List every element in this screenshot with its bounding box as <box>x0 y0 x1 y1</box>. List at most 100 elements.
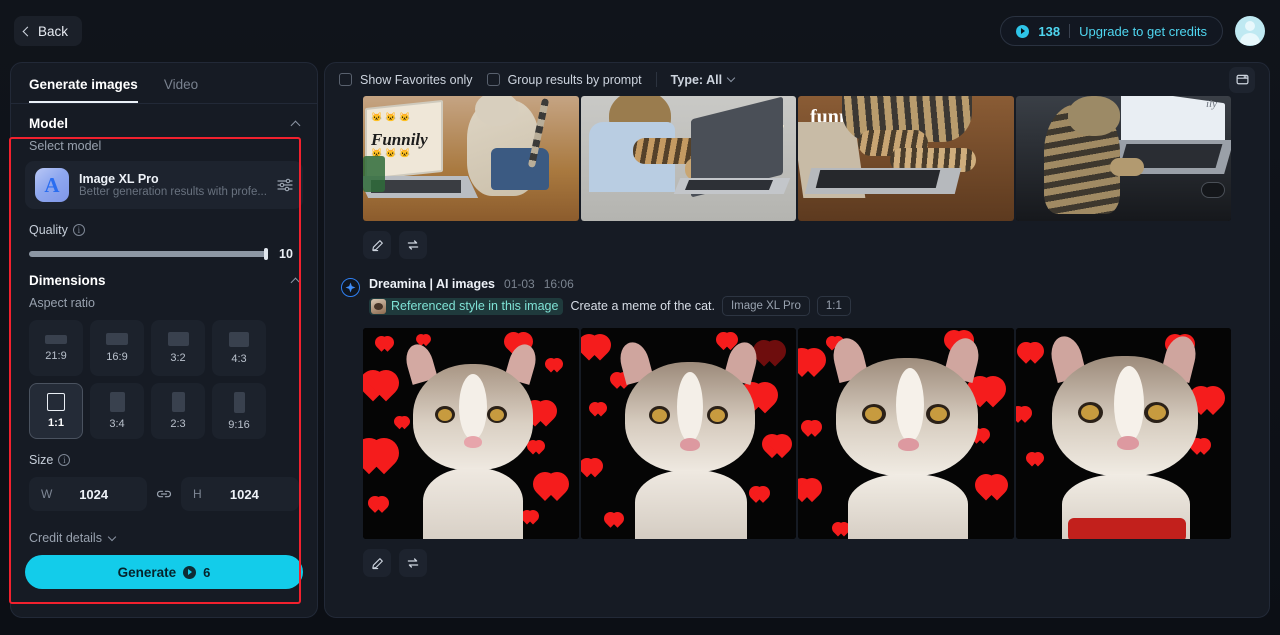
width-key: W <box>41 487 53 501</box>
result-actions <box>325 539 1269 577</box>
aspect-ratio-shape <box>45 334 67 344</box>
model-card[interactable]: A Image XL Pro Better generation results… <box>25 161 303 209</box>
reference-style-chip[interactable]: Referenced style in this image <box>369 297 564 315</box>
top-bar: Back 138 Upgrade to get credits <box>0 0 1280 62</box>
regenerate-icon <box>407 558 419 568</box>
result-thumbnail[interactable]: ily <box>1015 96 1231 221</box>
size-row: W 1024 H 1024 <box>11 467 317 511</box>
size-label: Size <box>29 453 54 467</box>
avatar[interactable] <box>1235 16 1265 46</box>
edit-icon <box>371 239 383 251</box>
reference-thumbnail <box>371 298 386 314</box>
chevron-left-icon <box>22 26 33 36</box>
generate-button[interactable]: Generate 6 <box>25 555 303 589</box>
aspect-ratio-label: 3:4 <box>109 418 125 430</box>
aspect-ratio-label: 1:1 <box>48 417 64 429</box>
size-label-row: Size i <box>11 439 317 467</box>
archive-panel-button[interactable] <box>1229 66 1255 93</box>
dimensions-section-header[interactable]: Dimensions <box>11 261 317 296</box>
left-panel: Generate images Video Model Select model… <box>10 62 318 618</box>
checkbox-box[interactable] <box>339 73 352 86</box>
type-filter-label: Type: All <box>670 72 723 87</box>
slider-handle[interactable] <box>264 248 268 260</box>
regenerate-button[interactable] <box>399 231 427 259</box>
chevron-up-icon <box>290 120 301 130</box>
credit-coin-icon <box>1016 24 1030 38</box>
width-field[interactable]: W 1024 <box>29 477 147 511</box>
edit-button[interactable] <box>363 549 391 577</box>
aspect-ratio-shape <box>47 393 65 411</box>
aspect-ratio-shape <box>109 392 125 412</box>
sliders-icon[interactable] <box>277 178 293 192</box>
aspect-ratio-2-3[interactable]: 2:3 <box>151 383 205 439</box>
aspect-ratio-shape <box>233 391 245 413</box>
regenerate-button[interactable] <box>399 549 427 577</box>
link-icon[interactable] <box>156 488 172 500</box>
sparkle-icon <box>345 282 356 293</box>
result-meta: Dreamina | AI images 01-03 16:06 Referen… <box>325 259 1269 316</box>
results-toolbar: Show Favorites only Group results by pro… <box>325 63 1269 96</box>
aspect-ratio-shape <box>167 332 189 346</box>
model-tag: Image XL Pro <box>721 296 810 316</box>
aspect-ratio-label: 9:16 <box>228 418 250 431</box>
result-meta-text: Dreamina | AI images 01-03 16:06 Referen… <box>369 277 1269 316</box>
model-description: Better generation results with profe... <box>79 186 267 198</box>
aspect-ratio-21-9[interactable]: 21:9 <box>29 320 83 376</box>
results-scroll-area[interactable]: Funnily 🐱🐱🐱 🐱🐱🐱 Funnily <box>325 96 1269 617</box>
checkbox-box[interactable] <box>486 73 500 86</box>
chevron-down-icon <box>726 73 736 83</box>
result-thumbnail[interactable]: funnily <box>798 96 1014 221</box>
edit-icon <box>371 557 383 569</box>
quality-label-row: Quality i <box>11 209 317 237</box>
height-field[interactable]: H 1024 <box>181 477 299 511</box>
credits-pill[interactable]: 138 Upgrade to get credits <box>1000 16 1223 46</box>
generate-cost: 6 <box>203 564 211 580</box>
info-icon[interactable]: i <box>72 224 85 236</box>
model-section-header[interactable]: Model <box>11 104 317 139</box>
right-panel: Show Favorites only Group results by pro… <box>324 62 1270 618</box>
tab-generate-images[interactable]: Generate images <box>29 77 138 103</box>
aspect-ratio-shape <box>171 392 185 412</box>
aspect-ratio-1-1[interactable]: 1:1 <box>29 383 83 439</box>
result-thumbnail[interactable] <box>798 328 1014 539</box>
info-icon[interactable]: i <box>58 454 71 466</box>
aspect-ratio-9-16[interactable]: 9:16 <box>212 383 266 439</box>
model-card-text: Image XL Pro Better generation results w… <box>79 172 267 198</box>
quality-slider[interactable] <box>29 248 268 260</box>
edit-button[interactable] <box>363 231 391 259</box>
aspect-ratio-label: Aspect ratio <box>29 296 96 310</box>
upgrade-link[interactable]: Upgrade to get credits <box>1079 24 1207 39</box>
reference-style-label: Referenced style in this image <box>391 299 559 313</box>
width-value[interactable]: 1024 <box>52 487 135 502</box>
aspect-ratio-16-9[interactable]: 16:9 <box>90 320 144 376</box>
result-thumbnail[interactable]: Funnily 🐱🐱🐱 🐱🐱🐱 <box>363 96 579 221</box>
result-meta-line2: Referenced style in this image Create a … <box>369 296 1269 316</box>
result-thumbnail[interactable] <box>363 328 579 539</box>
brand-name: Dreamina | AI images <box>369 277 496 291</box>
aspect-ratio-shape <box>106 333 128 345</box>
show-favorites-label: Show Favorites only <box>360 72 473 87</box>
model-section-title: Model <box>29 116 68 131</box>
back-button[interactable]: Back <box>14 16 83 46</box>
top-bar-right: 138 Upgrade to get credits <box>1000 16 1265 46</box>
height-key: H <box>193 487 202 501</box>
model-name: Image XL Pro <box>79 172 159 186</box>
aspect-ratio-4-3[interactable]: 4:3 <box>212 320 266 376</box>
tab-video[interactable]: Video <box>164 77 198 103</box>
result-thumbnail[interactable] <box>580 328 796 539</box>
toolbar-divider <box>655 72 657 87</box>
aspect-ratio-grid: 21:9 16:9 3:2 4:3 1:1 3:4 2:3 9:16 <box>11 310 317 439</box>
credit-coin-icon <box>183 565 197 579</box>
group-results-checkbox[interactable]: Group results by prompt <box>486 73 642 87</box>
pill-divider <box>1069 24 1071 38</box>
aspect-ratio-3-2[interactable]: 3:2 <box>151 320 205 376</box>
show-favorites-checkbox[interactable]: Show Favorites only <box>339 73 473 87</box>
result-thumbnail[interactable]: Funnily <box>580 96 796 221</box>
result-image-row <box>325 328 1269 539</box>
height-value[interactable]: 1024 <box>202 487 287 502</box>
aspect-ratio-3-4[interactable]: 3:4 <box>90 383 144 439</box>
quality-label: Quality <box>29 223 68 237</box>
type-filter-dropdown[interactable]: Type: All <box>670 72 736 87</box>
result-thumbnail[interactable] <box>1015 328 1231 539</box>
credit-details-toggle[interactable]: Credit details <box>11 511 317 545</box>
